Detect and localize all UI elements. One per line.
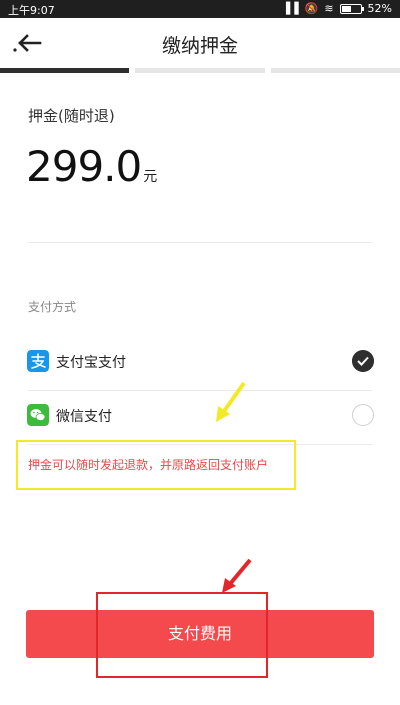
deposit-amount: 299.0 元: [26, 142, 157, 191]
status-time: 上午9:07: [8, 4, 55, 17]
battery-percent: 52%: [367, 2, 392, 15]
status-icons: ▐▐ 🔕 ≋ 52%: [282, 2, 392, 15]
refund-note: 押金可以随时发起退款，并原路返回支付账户: [28, 458, 269, 472]
annotation-red-arrow: [222, 558, 252, 593]
payment-option-alipay[interactable]: 支付宝支付: [0, 338, 400, 388]
annotation-yellow-arrow: [216, 381, 246, 422]
mute-icon: 🔕: [304, 2, 319, 15]
page-title: 缴纳押金: [161, 35, 238, 57]
wechat-radio[interactable]: [352, 404, 374, 426]
battery-icon: [339, 3, 364, 14]
amount-unit: 元: [143, 169, 158, 185]
step-3-indicator: [270, 68, 400, 73]
payment-section-label: 支付方式: [28, 300, 77, 314]
alipay-check-icon[interactable]: [352, 350, 374, 372]
amount-value: 299.0: [26, 142, 142, 191]
payment-option-wechat[interactable]: 微信支付: [0, 392, 400, 442]
deposit-label: 押金(随时退): [28, 107, 115, 125]
row-divider: [28, 390, 372, 391]
step-2-indicator: [135, 68, 265, 73]
alipay-icon: [27, 350, 49, 372]
annotation-red-box: [96, 592, 268, 678]
wifi-icon: ≋: [324, 2, 334, 15]
alipay-label: 支付宝支付: [56, 355, 126, 371]
step-progress: [0, 68, 400, 73]
nav-bar: 缴纳押金: [0, 18, 400, 68]
wechat-icon: [27, 404, 49, 426]
step-1-indicator: [0, 68, 130, 73]
wechat-label: 微信支付: [56, 409, 112, 425]
status-bar: 上午9:07 ▐▐ 🔕 ≋ 52%: [0, 0, 400, 18]
divider: [28, 242, 372, 243]
signal-icon: ▐▐: [281, 2, 299, 15]
battery-fill: [341, 5, 351, 12]
